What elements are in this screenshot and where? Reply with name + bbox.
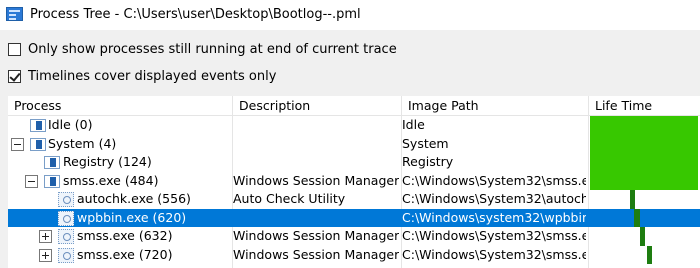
tree-row-idle[interactable]: Idle (0) Idle	[8, 116, 700, 135]
only-running-checkbox-row[interactable]: Only show processes still running at end…	[8, 40, 397, 58]
process-image-path: Idle	[402, 117, 425, 132]
process-image-path: C:\Windows\system32\wpbbin.exe	[402, 209, 586, 225]
process-name: System (4)	[48, 135, 117, 151]
process-name: smss.exe (632)	[77, 228, 173, 243]
process-name: autochk.exe (556)	[77, 191, 191, 206]
window-title: Process Tree - C:\Users\user\Desktop\Boo…	[30, 7, 361, 22]
process-image-path: C:\Windows\System32\smss.exe	[402, 246, 586, 262]
process-description	[239, 116, 399, 135]
column-header-image-path[interactable]: Image Path	[402, 96, 588, 116]
process-name: Idle (0)	[48, 117, 93, 132]
lifetime-bar	[634, 208, 640, 227]
column-header-process[interactable]: Process	[8, 96, 232, 116]
process-name: wpbbin.exe (620)	[77, 209, 187, 225]
process-tree-icon	[6, 7, 23, 21]
collapse-icon[interactable]	[25, 174, 38, 188]
process-description: Windows Session Manager	[233, 172, 399, 188]
process-name: Registry (124)	[63, 154, 152, 169]
process-image-path: C:\Windows\System32\autochk.exe	[402, 191, 586, 206]
process-image-path: Registry	[402, 154, 454, 169]
tree-row-smss-632[interactable]: smss.exe (632) Windows Session Manager C…	[8, 227, 700, 246]
service-icon	[58, 247, 74, 263]
process-description: Windows Session Manager	[233, 228, 399, 243]
process-image-path: C:\Windows\System32\smss.exe	[402, 172, 586, 188]
timelines-checkbox[interactable]	[8, 69, 21, 83]
process-description	[239, 135, 399, 154]
lifetime-bar	[647, 245, 653, 264]
service-icon	[58, 229, 74, 244]
title-bar: Process Tree - C:\Users\user\Desktop\Boo…	[0, 0, 700, 30]
service-icon	[58, 192, 74, 207]
column-header-life-time[interactable]: Life Time	[589, 96, 700, 116]
column-header-description[interactable]: Description	[233, 96, 401, 116]
tree-row-registry[interactable]: Registry (124) Registry	[8, 153, 700, 172]
tree-row-autochk-556[interactable]: autochk.exe (556) Auto Check Utility C:\…	[8, 190, 700, 209]
lifetime-bar	[629, 190, 636, 209]
process-description: Auto Check Utility	[233, 191, 346, 206]
column-header-row: Process Description Image Path Life Time	[8, 96, 700, 116]
collapse-icon[interactable]	[11, 137, 24, 151]
process-description: Windows Session Manager	[233, 246, 399, 262]
process-icon	[30, 137, 46, 151]
process-description	[233, 209, 399, 228]
tree-row-smss-720[interactable]: smss.exe (720) Windows Session Manager C…	[8, 245, 700, 264]
process-image-path: C:\Windows\System32\smss.exe	[402, 228, 586, 243]
process-name: smss.exe (720)	[77, 246, 173, 262]
process-icon	[44, 174, 60, 188]
timelines-label[interactable]: Timelines cover displayed events only	[28, 69, 276, 84]
lifetime-bar	[590, 171, 698, 190]
plus-box-icon[interactable]	[39, 230, 52, 243]
timelines-checkbox-row[interactable]: Timelines cover displayed events only	[8, 67, 276, 85]
lifetime-bar	[590, 134, 698, 153]
tree-row-smss-484[interactable]: smss.exe (484) Windows Session Manager C…	[8, 171, 700, 190]
tree-row-system[interactable]: System (4) System	[8, 134, 700, 154]
process-image-path: System	[402, 135, 449, 151]
only-running-checkbox[interactable]	[8, 42, 21, 56]
plus-box-icon[interactable]	[39, 248, 52, 262]
lifetime-bar	[590, 116, 698, 135]
only-running-label[interactable]: Only show processes still running at end…	[28, 42, 397, 57]
lifetime-bar	[639, 227, 645, 246]
process-tree[interactable]: Process Description Image Path Life Time…	[8, 96, 700, 268]
service-icon	[58, 210, 74, 226]
tree-row-wpbbin-620[interactable]: wpbbin.exe (620) C:\Windows\system32\wpb…	[8, 208, 700, 228]
process-icon	[44, 156, 60, 169]
process-name: smss.exe (484)	[63, 172, 159, 188]
lifetime-bar	[590, 153, 698, 172]
process-description	[239, 153, 399, 172]
process-icon	[30, 119, 46, 132]
